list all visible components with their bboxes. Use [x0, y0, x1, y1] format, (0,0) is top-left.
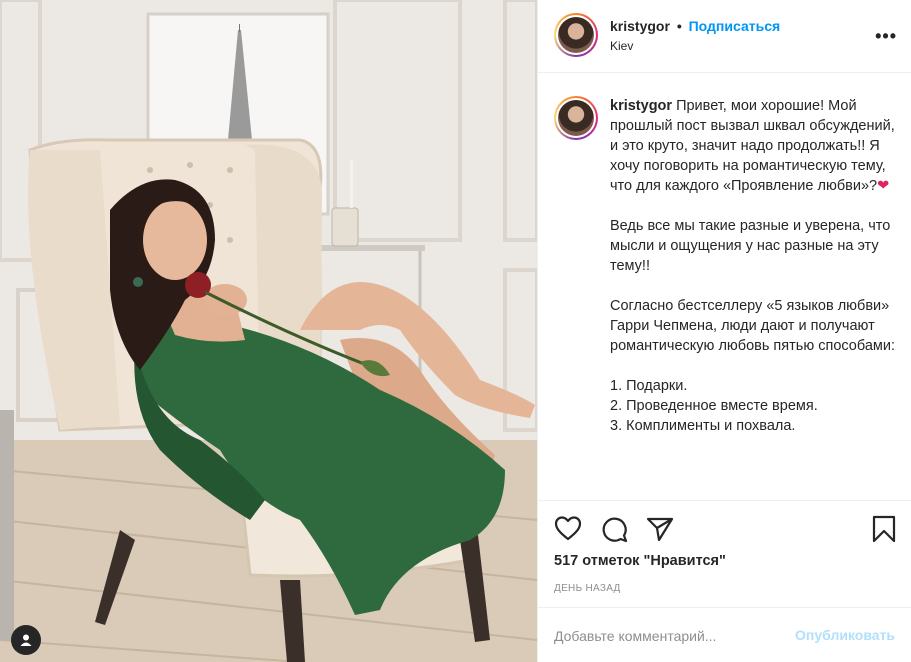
username-link[interactable]: kristygor	[610, 18, 670, 34]
avatar[interactable]	[554, 13, 598, 57]
comment-icon	[602, 517, 628, 543]
caption-paragraph: kristygor Привет, мои хорошие! Мой прошлы…	[610, 96, 895, 196]
caption-text: kristygor Привет, мои хорошие! Мой прошлы…	[610, 96, 895, 436]
header-name-line: kristygor • Подписаться	[610, 18, 780, 34]
caption-paragraph: Ведь все мы такие разные и уверена, что …	[610, 218, 891, 274]
save-button[interactable]	[871, 515, 897, 548]
likes-count[interactable]: 517 отметок "Нравится"	[554, 553, 726, 569]
post-photo[interactable]	[0, 0, 537, 662]
post-header: kristygor • Подписаться Kiev •••	[538, 0, 911, 73]
separator-dot: •	[676, 18, 682, 34]
follow-button[interactable]: Подписаться	[689, 18, 781, 34]
comment-bar: Опубликовать	[538, 607, 911, 662]
post-actions: 517 отметок "Нравится" ДЕНЬ НАЗАД	[538, 500, 911, 607]
caption-list-item: 3. Комплименты и похвала.	[610, 418, 796, 434]
share-button[interactable]	[646, 516, 674, 547]
user-icon	[20, 634, 32, 646]
comment-button[interactable]	[600, 515, 628, 548]
like-button[interactable]	[554, 515, 582, 546]
post-timestamp[interactable]: ДЕНЬ НАЗАД	[554, 583, 621, 594]
comment-input[interactable]	[554, 608, 774, 662]
heart-emoji: ❤	[877, 178, 890, 194]
caption-list-item: 2. Проведенное вместе время.	[610, 398, 818, 414]
caption-username-link[interactable]: kristygor	[610, 98, 672, 114]
caption-scroll-area[interactable]: kristygor Привет, мои хорошие! Мой прошлы…	[538, 74, 911, 500]
caption-avatar[interactable]	[554, 96, 598, 140]
location-link[interactable]: Kiev	[610, 39, 633, 53]
caption-list-item: 1. Подарки.	[610, 378, 688, 394]
tagged-users-button[interactable]	[11, 625, 41, 655]
publish-button[interactable]: Опубликовать	[795, 627, 895, 643]
post-details-panel: kristygor • Подписаться Kiev ••• kristyg…	[537, 0, 911, 662]
bookmark-icon	[872, 515, 896, 543]
paper-plane-icon	[646, 517, 674, 542]
photo-illustration	[0, 0, 537, 662]
more-options-button[interactable]: •••	[875, 26, 897, 47]
heart-icon	[554, 516, 582, 541]
caption-list: 1. Подарки. 2. Проведенное вместе время.…	[610, 376, 895, 436]
caption-paragraph: Согласно бестселлеру «5 языков любви» Га…	[610, 298, 896, 354]
